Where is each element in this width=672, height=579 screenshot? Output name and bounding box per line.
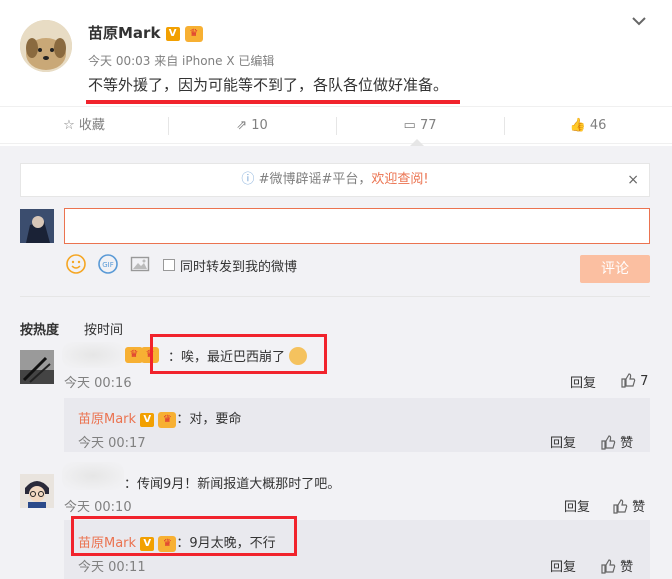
notice-prefix: #微博辟谣#平台， [258,172,372,187]
comment-like-label: 赞 [632,500,646,515]
reply-button[interactable]: 回复 [570,372,596,391]
reply-like-button[interactable]: 赞 [600,432,633,451]
thumbs-up-icon [601,559,616,574]
post-author[interactable]: 苗原Mark V ♛ [88,22,203,43]
post-meta: 今天 00:03 来自 iPhone X 已编辑 [88,54,275,68]
notice-link[interactable]: 欢迎查阅! [371,172,428,187]
reply-time: 今天 00:11 [78,560,146,575]
comment-like-count: 7 [640,374,649,389]
reply-time: 今天 00:17 [78,436,146,451]
verified-icon: V [140,536,155,551]
svg-text:GIF: GIF [102,261,114,269]
fan-badge-icon: ♛ [158,535,177,552]
like-button[interactable]: 👍 46 [504,107,672,145]
doge-emoji-icon [289,347,308,365]
reply-button[interactable]: 回复 [550,432,576,451]
sort-by-hot[interactable]: 按热度 [20,319,59,338]
reply-like-label: 赞 [620,560,634,575]
forward-count: 10 [251,118,268,133]
thumbs-up-icon [621,373,636,388]
forward-checkbox-label: 同时转发到我的微博 [180,260,298,275]
reply-like-label: 赞 [620,436,634,451]
forward-checkbox[interactable] [163,259,175,271]
comment-input[interactable] [64,208,650,244]
active-tab-indicator [410,139,424,146]
verified-icon: V [165,26,180,41]
comment-time: 今天 00:16 [64,376,132,391]
chevron-down-icon[interactable] [630,14,648,28]
forward-icon: ⇗ [236,118,248,133]
reply-button[interactable]: 回复 [550,556,576,575]
thumbs-up-icon [613,499,628,514]
verified-icon: V [140,412,155,427]
post-text: 不等外援了，因为可能等不到了，各队各位做好准备。 [88,76,449,94]
thumbs-up-icon: 👍 [569,118,586,133]
reply-content: ：9月太晚，不行 [176,536,276,551]
comment-icon: ▭ [403,118,416,133]
thumbs-up-icon [601,435,616,450]
reply-text: 苗原Mark V ♛ ：9月太晚，不行 [78,532,276,552]
sort-by-time[interactable]: 按时间 [84,319,123,338]
submit-comment-button[interactable]: 评论 [580,255,650,283]
reply-button[interactable]: 回复 [564,496,590,515]
blurred-username [62,462,124,490]
reply-author[interactable]: 苗原Mark [78,412,136,427]
gif-icon[interactable]: GIF [98,254,118,274]
commenter-avatar[interactable] [20,350,54,384]
info-icon: ⓘ [241,172,255,187]
comment-text: ：唉，最近巴西崩了 [168,346,308,365]
like-count: 46 [589,118,607,133]
star-icon: ☆ [63,118,75,133]
author-avatar[interactable] [20,20,72,72]
emoji-icon[interactable] [66,254,86,274]
highlight-underline [86,100,460,104]
fan-badge-icon: ♛ [158,411,177,428]
reply-text: 苗原Mark V ♛ ：对，要命 [78,408,241,428]
divider [20,296,650,297]
favorite-button[interactable]: ☆ 收藏 [0,107,168,145]
reply-content: ：对，要命 [176,412,242,427]
commenter-avatar[interactable] [20,474,54,508]
comment-text-content: ：唉，最近巴西崩了 [168,350,286,365]
author-name[interactable]: 苗原Mark [88,24,160,42]
reply-author[interactable]: 苗原Mark [78,536,136,551]
action-bar: ☆ 收藏 ⇗ 10 ▭ 77 👍 46 [0,106,672,144]
comment-text: ：传闻9月！新闻报道大概那时了吧。 [124,477,341,492]
fan-badge-icon: ♛ [184,25,203,42]
comment-count: 77 [419,118,437,133]
forward-button[interactable]: ⇗ 10 [168,107,336,145]
favorite-label: 收藏 [78,118,105,133]
reply-like-button[interactable]: 赞 [600,556,633,575]
blurred-username [62,342,124,368]
my-avatar[interactable] [20,209,54,243]
image-icon[interactable] [130,254,150,274]
comment-like-button[interactable]: 赞 [612,496,645,515]
comment-like-button[interactable]: 7 [620,372,648,389]
close-icon[interactable]: × [627,164,639,196]
rumor-notice: ⓘ #微博辟谣#平台，欢迎查阅! × [20,163,650,197]
comment-time: 今天 00:10 [64,500,132,515]
